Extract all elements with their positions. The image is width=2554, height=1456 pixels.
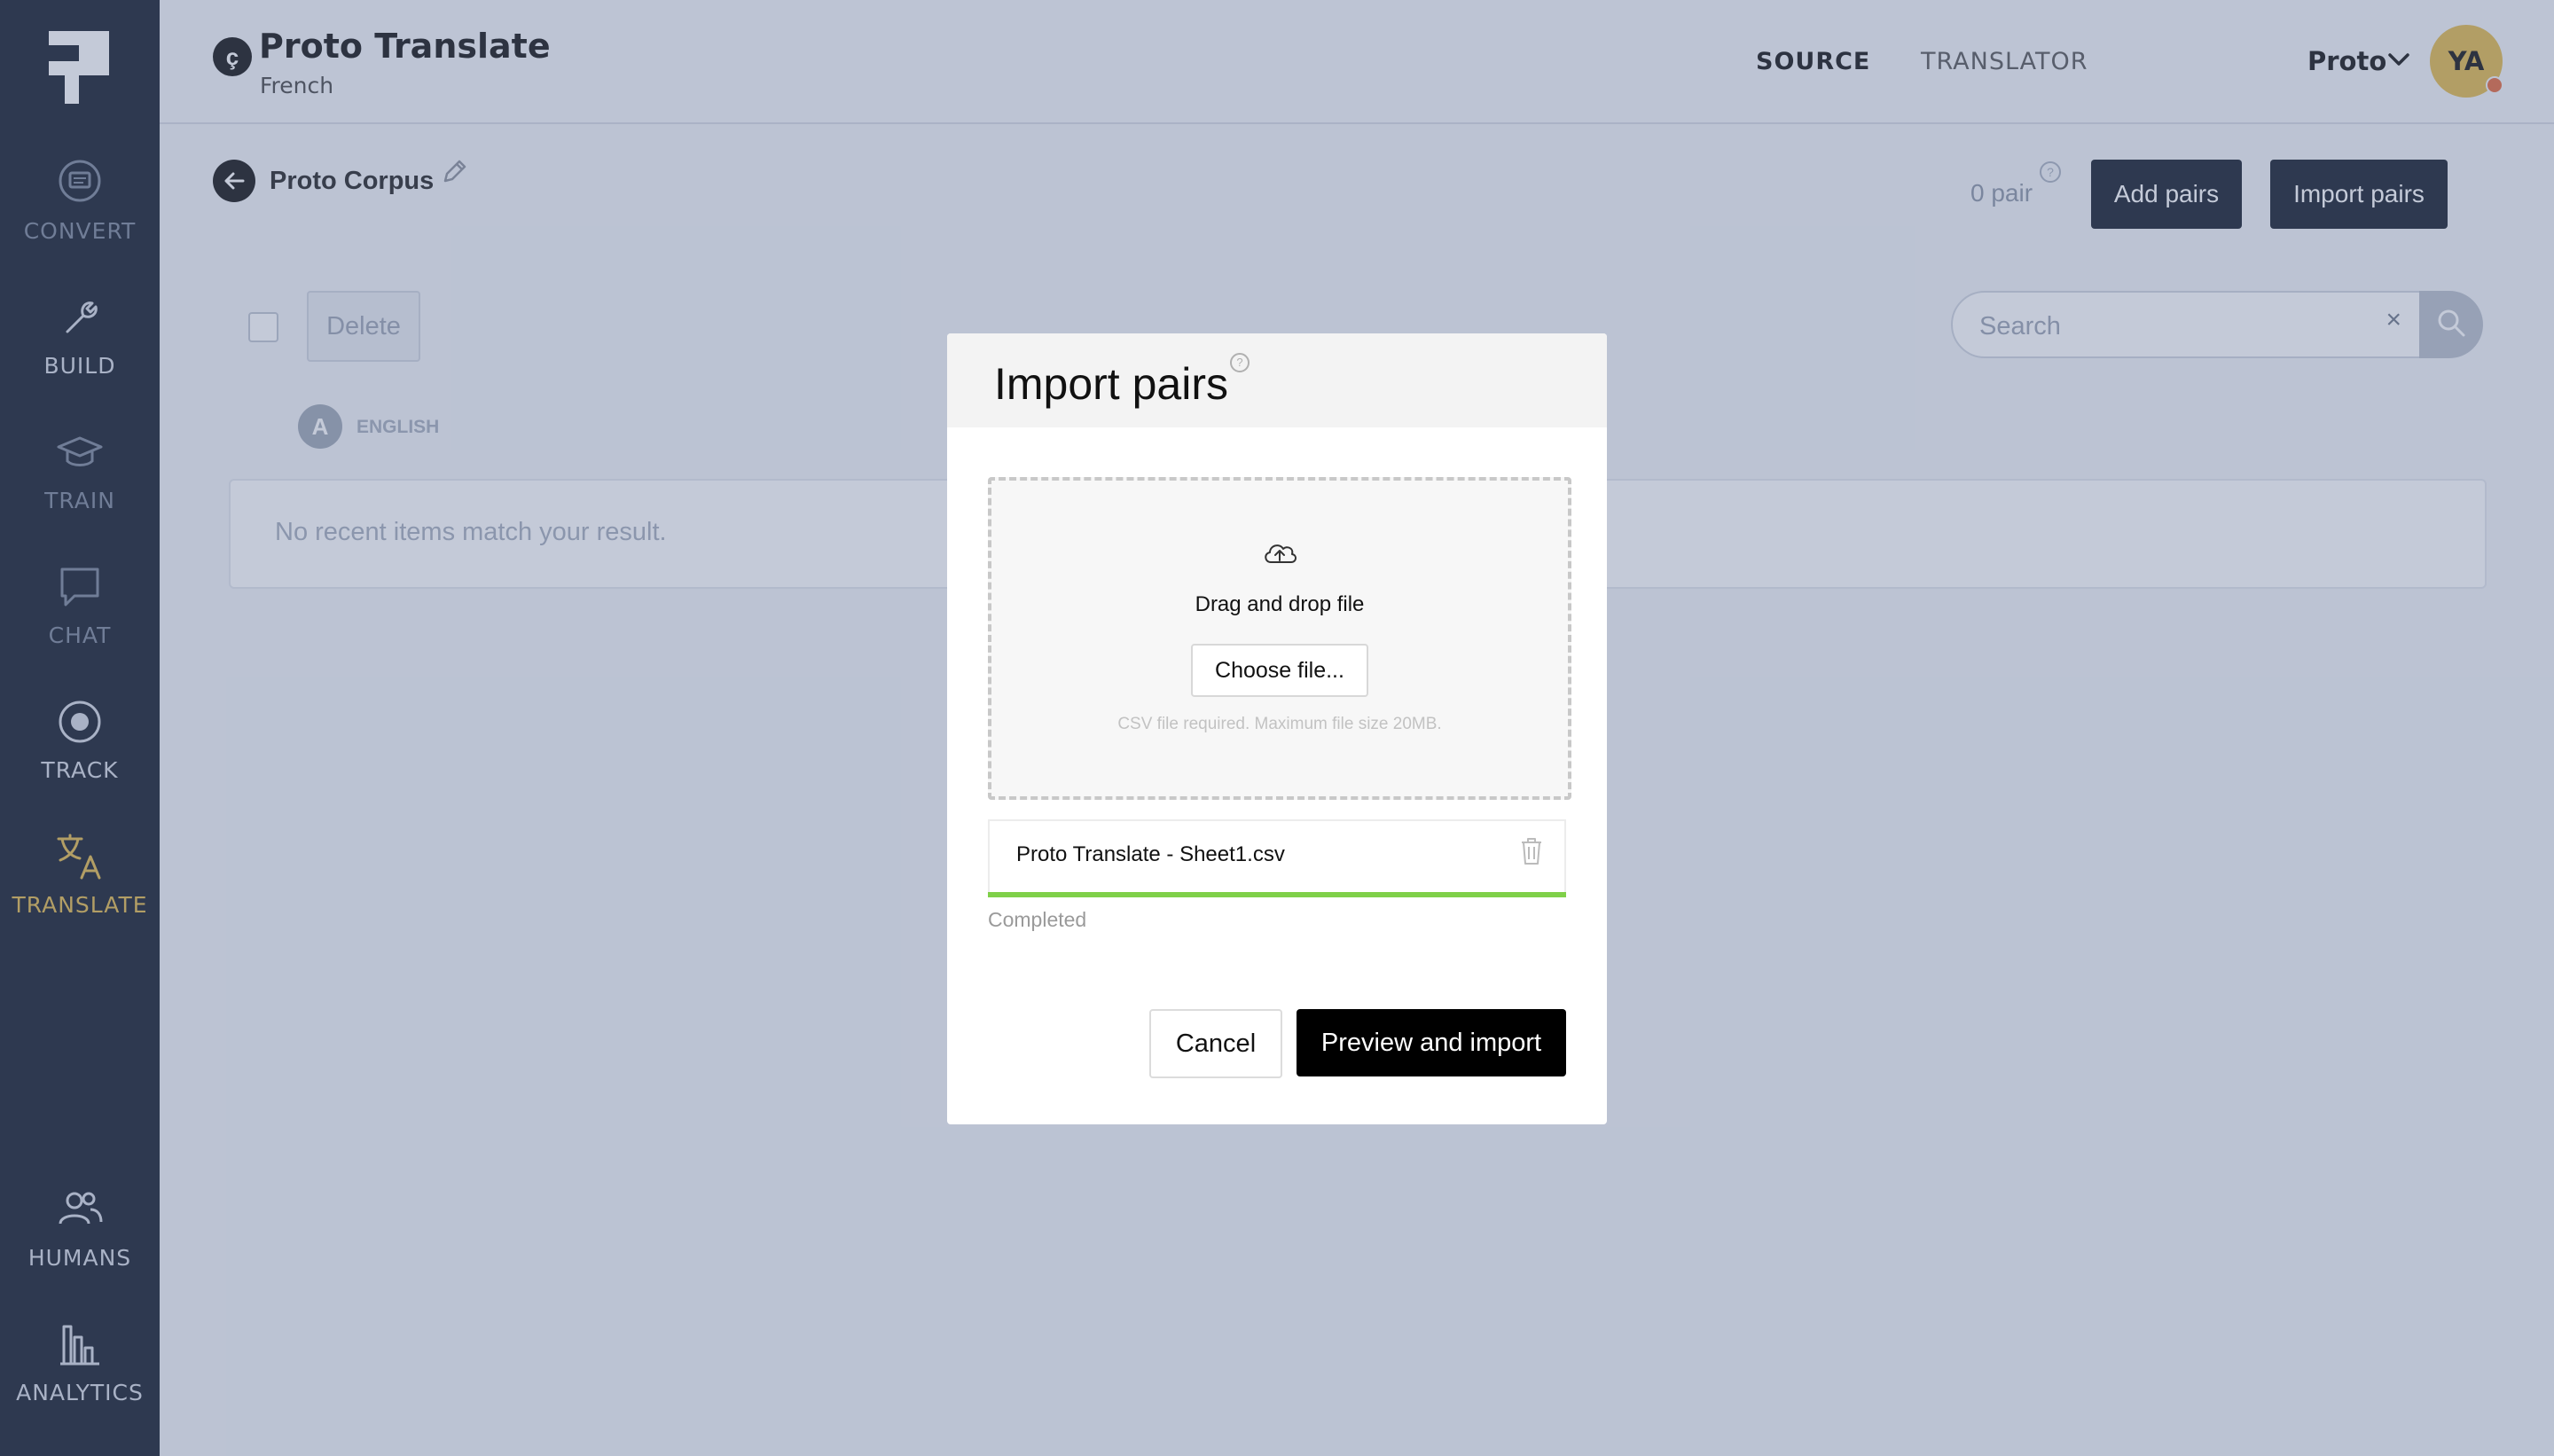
choose-file-button[interactable]: Choose file... [1191,644,1368,697]
modal-header: Import pairs ? [947,333,1607,427]
file-dropzone[interactable]: Drag and drop file Choose file... CSV fi… [988,477,1571,800]
import-pairs-modal: Import pairs ? Drag and drop file Choose… [947,333,1607,1124]
modal-title: Import pairs [994,359,1228,409]
uploaded-file-item: Proto Translate - Sheet1.csv [988,819,1566,896]
dropzone-label: Drag and drop file [1195,592,1365,616]
cloud-upload-icon [1265,544,1297,563]
upload-status: Completed [988,908,1087,931]
preview-and-import-button[interactable]: Preview and import [1297,1009,1566,1076]
upload-progress-bar [988,892,1566,897]
trash-icon[interactable] [1520,837,1543,865]
help-icon[interactable]: ? [1230,353,1250,372]
dropzone-hint: CSV file required. Maximum file size 20M… [1117,715,1442,733]
cancel-button[interactable]: Cancel [1149,1009,1282,1078]
file-name: Proto Translate - Sheet1.csv [1016,842,1285,866]
